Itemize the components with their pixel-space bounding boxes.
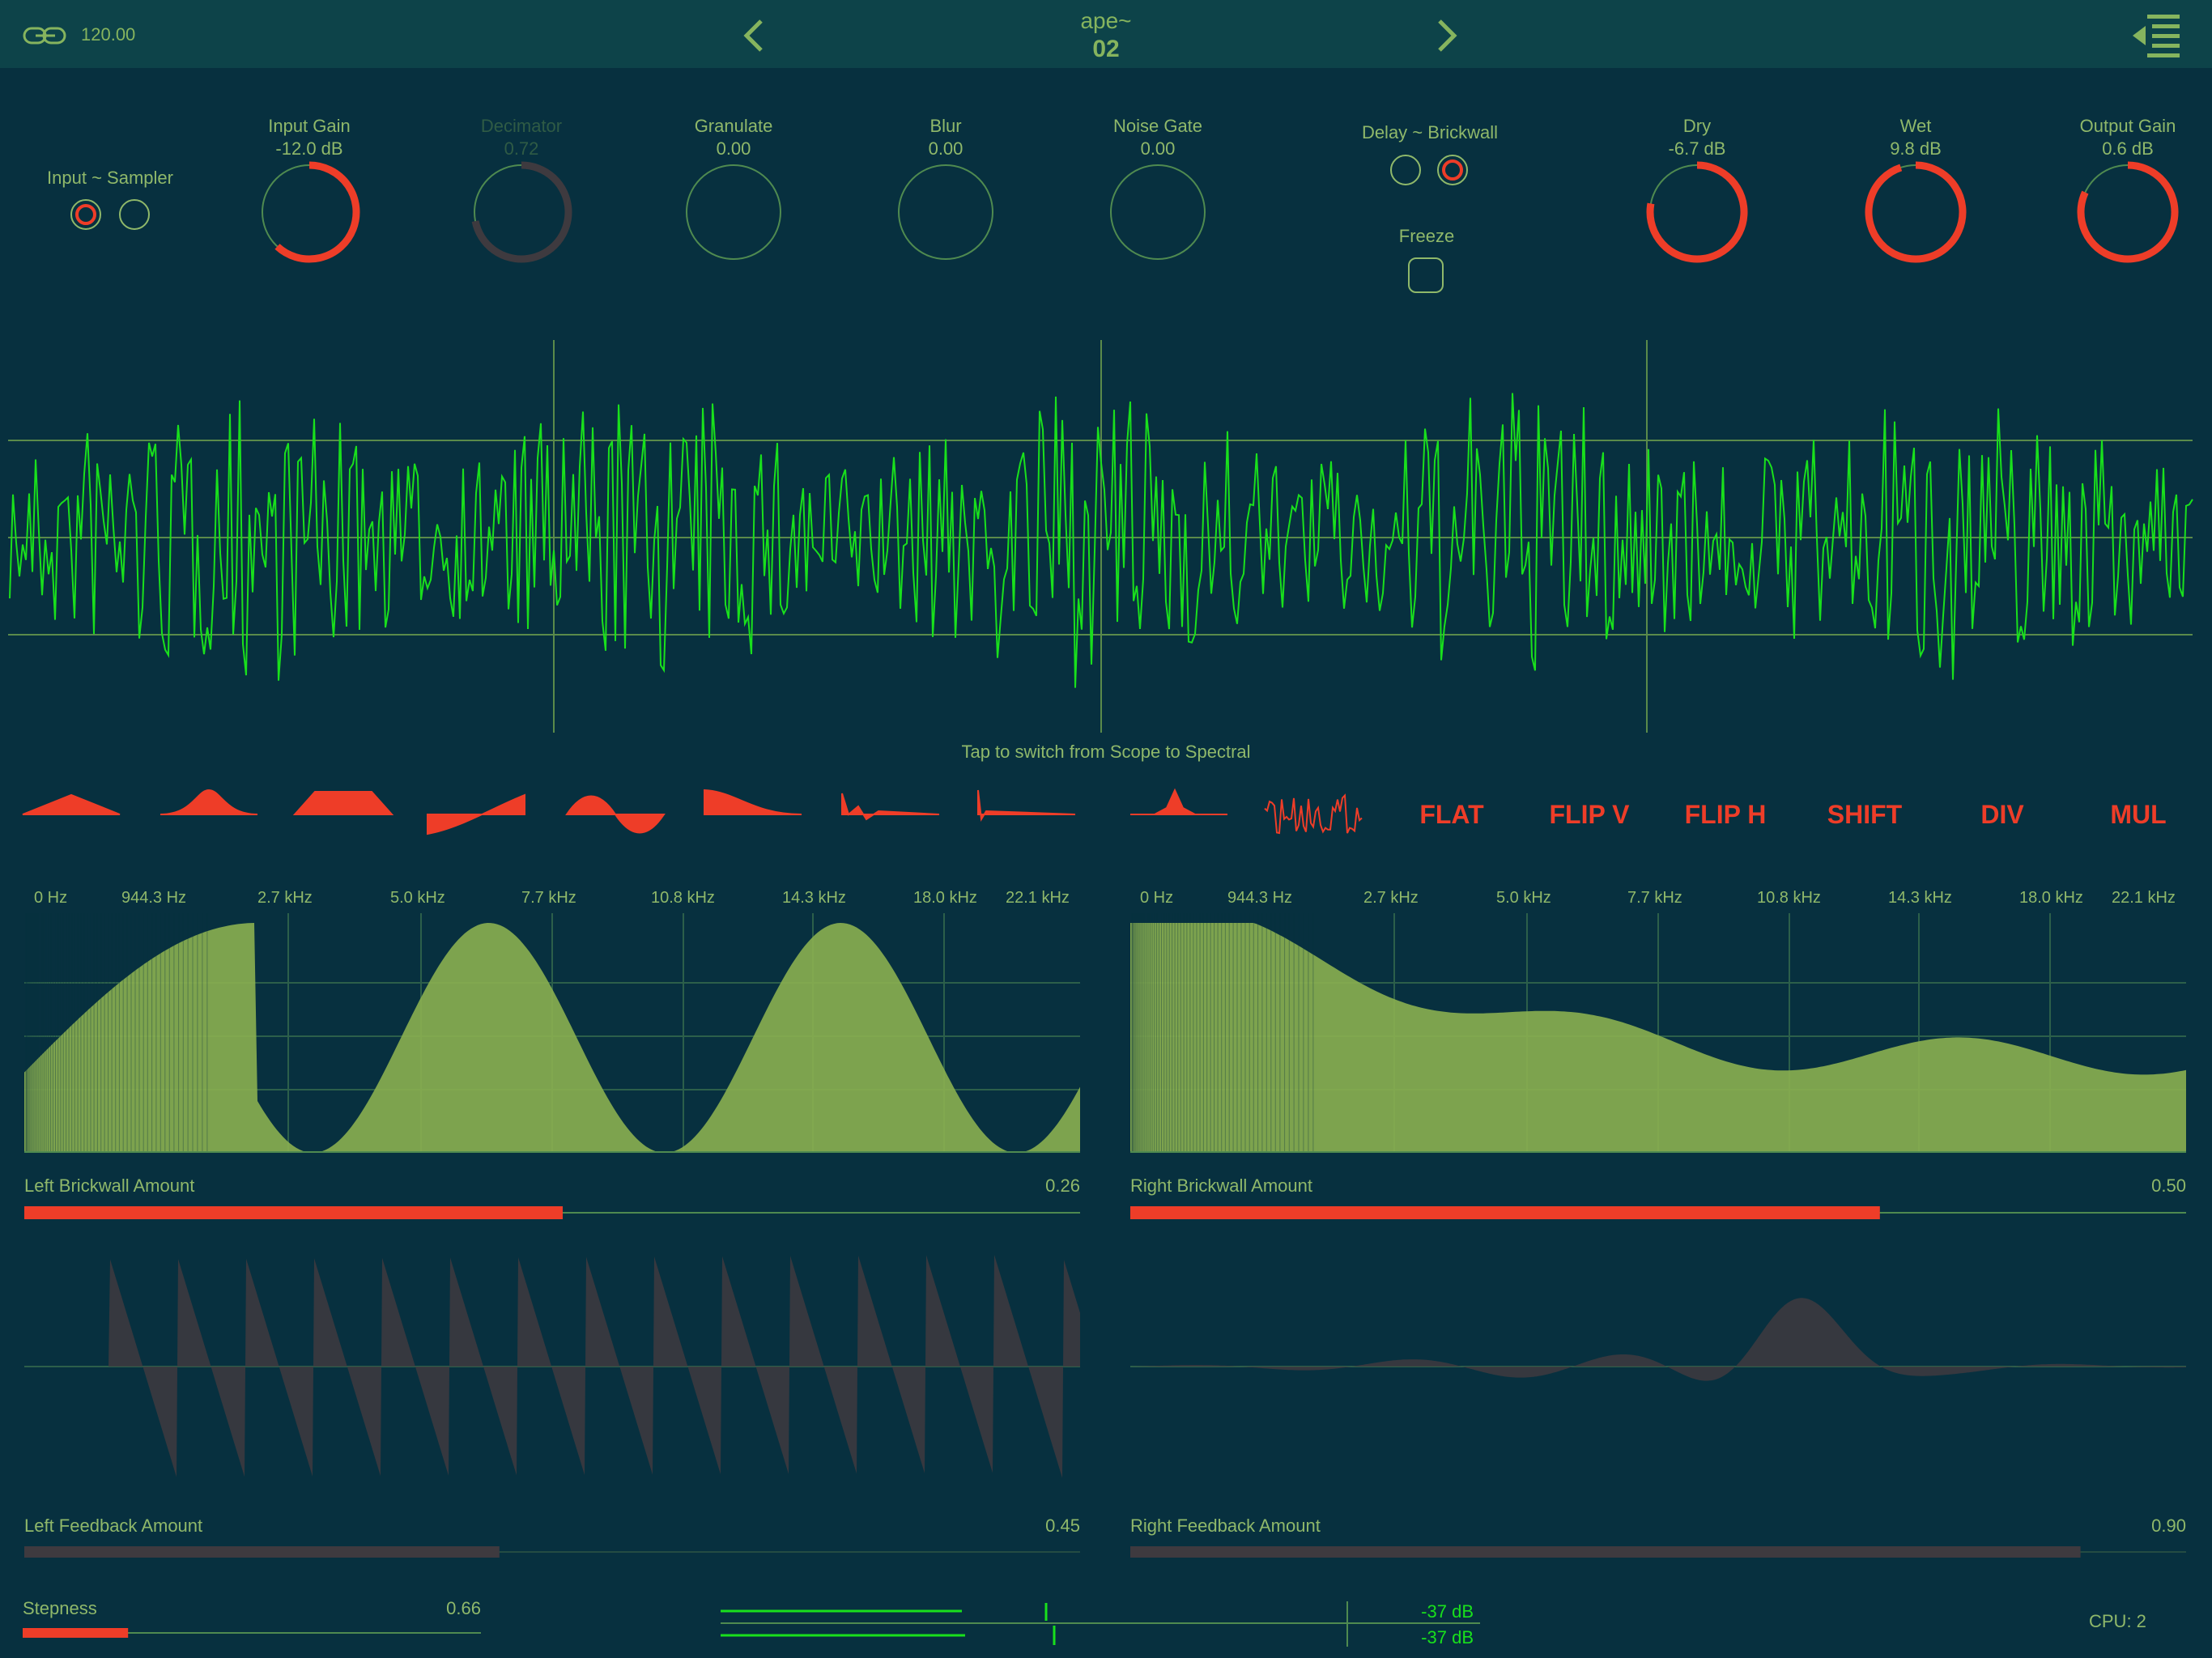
freq-tick-label: 7.7 kHz <box>1627 889 1682 907</box>
freq-tick-label: 18.0 kHz <box>913 889 977 907</box>
menu-list-icon[interactable] <box>2129 13 2183 60</box>
op-div-button[interactable]: DIV <box>1942 800 2063 830</box>
link-icon[interactable] <box>23 26 68 45</box>
trapezoid-shape-icon[interactable] <box>292 791 394 815</box>
freq-tick-label: 5.0 kHz <box>1496 889 1551 907</box>
scope-grid <box>8 340 2193 733</box>
left-brickwall-value: 0.26 <box>1045 1175 1080 1196</box>
freq-tick-label: 2.7 kHz <box>257 889 313 907</box>
shape-presets <box>22 788 1363 835</box>
left-brickwall-label: Left Brickwall Amount <box>24 1175 195 1196</box>
meter-bottom-db: -37 dB <box>1421 1627 1474 1647</box>
slider-fill <box>23 1628 129 1638</box>
delay-brickwall-label: Delay ~ Brickwall <box>1361 122 1499 142</box>
right-feedback-display[interactable] <box>1130 1247 2186 1490</box>
feedback-fill <box>1130 1298 2186 1381</box>
noise-shape-icon[interactable] <box>1264 793 1363 835</box>
preset-number: 02 <box>1092 36 1120 62</box>
input-gain-knob[interactable] <box>262 161 360 263</box>
left-feedback-display[interactable] <box>24 1247 1080 1490</box>
freq-tick-label: 2.7 kHz <box>1363 889 1419 907</box>
freq-tick-label: 10.8 kHz <box>1757 889 1821 907</box>
left-brickwall-slider[interactable] <box>24 1206 1080 1219</box>
freq-tick-label: 0 Hz <box>1140 889 1174 907</box>
scope-hint[interactable]: Tap to switch from Scope to Spectral <box>863 742 1349 763</box>
right-feedback-slider[interactable] <box>1130 1546 2186 1558</box>
noise-gate-label: Noise Gate <box>1112 116 1203 136</box>
slider-fill <box>24 1546 500 1558</box>
freq-tick-label: 944.3 Hz <box>121 889 187 907</box>
meter-top-db: -37 dB <box>1421 1601 1474 1622</box>
output-gain-label: Output Gain <box>2079 116 2176 136</box>
right-feedback-label: Right Feedback Amount <box>1130 1516 1321 1536</box>
right-brickwall-label: Right Brickwall Amount <box>1130 1175 1312 1196</box>
slider-fill <box>1130 1546 2081 1558</box>
op-flat-button[interactable]: FLAT <box>1391 800 1512 830</box>
right-feedback-value: 0.90 <box>2151 1516 2186 1536</box>
knobs-layer <box>262 161 2179 263</box>
chevron-left-icon[interactable] <box>742 18 766 53</box>
freq-tick-label: 10.8 kHz <box>651 889 715 907</box>
tempo-value[interactable]: 120.00 <box>81 24 135 45</box>
freq-tick-label: 5.0 kHz <box>390 889 445 907</box>
decimator-knob[interactable] <box>471 161 572 263</box>
stepness-value: 0.66 <box>446 1598 481 1618</box>
dry-knob[interactable] <box>1646 161 1748 263</box>
op-flip-h-button[interactable]: FLIP H <box>1665 800 1786 830</box>
decimator-label: Decimator <box>480 116 563 136</box>
sine-shape-icon[interactable] <box>565 795 666 834</box>
noise-gate-knob[interactable] <box>1110 164 1206 260</box>
preset-name: ape~ <box>1080 8 1132 33</box>
blur-knob[interactable] <box>898 164 993 260</box>
chevron-right-icon[interactable] <box>1435 18 1459 53</box>
granulate-knob[interactable] <box>686 164 781 260</box>
slider-fill <box>1130 1206 1880 1219</box>
scope-display[interactable] <box>0 332 2212 737</box>
level-meters <box>721 1601 1480 1647</box>
wavelet-shape-icon[interactable] <box>1130 788 1227 815</box>
wet-label: Wet <box>1899 116 1932 136</box>
dry-label: Dry <box>1682 116 1712 136</box>
freq-tick-label: 0 Hz <box>34 889 68 907</box>
left-feedback-label: Left Feedback Amount <box>24 1516 203 1536</box>
cpu-readout: CPU: 2 <box>2089 1611 2146 1631</box>
stepness-slider[interactable] <box>23 1627 481 1638</box>
freq-tick-label: 14.3 kHz <box>1888 889 1952 907</box>
right-brickwall-value: 0.50 <box>2151 1175 2186 1196</box>
slider-fill <box>24 1206 563 1219</box>
freq-tick-label: 18.0 kHz <box>2019 889 2083 907</box>
decay-shape-icon[interactable] <box>704 789 802 815</box>
triangle-shape-icon[interactable] <box>22 793 121 815</box>
op-mul-button[interactable]: MUL <box>2078 800 2199 830</box>
right-brickwall-spectrum[interactable] <box>1130 913 2186 1153</box>
ramp-shape-icon[interactable] <box>427 793 525 835</box>
freq-tick-label: 7.7 kHz <box>521 889 576 907</box>
left-feedback-value: 0.45 <box>1045 1516 1080 1536</box>
op-shift-button[interactable]: SHIFT <box>1804 800 1925 830</box>
impulse-shape-icon[interactable] <box>977 789 1076 823</box>
freq-tick-label: 944.3 Hz <box>1227 889 1293 907</box>
wet-knob[interactable] <box>1865 161 1967 263</box>
output-gain-knob[interactable] <box>2077 161 2179 263</box>
left-feedback-slider[interactable] <box>24 1546 1080 1558</box>
stepness-label: Stepness <box>23 1598 97 1618</box>
freq-tick-label: 14.3 kHz <box>782 889 846 907</box>
freq-tick-label: 22.1 kHz <box>2112 889 2176 907</box>
right-brickwall-slider[interactable] <box>1130 1206 2186 1219</box>
blur-label: Blur <box>929 116 962 136</box>
left-brickwall-spectrum[interactable] <box>24 913 1080 1153</box>
gaussian-shape-icon[interactable] <box>160 789 258 815</box>
freq-tick-label: 22.1 kHz <box>1006 889 1070 907</box>
input-gain-label: Input Gain <box>268 116 351 136</box>
granulate-label: Granulate <box>694 116 773 136</box>
damped-shape-icon[interactable] <box>841 793 940 821</box>
op-flip-v-button[interactable]: FLIP V <box>1529 800 1650 830</box>
